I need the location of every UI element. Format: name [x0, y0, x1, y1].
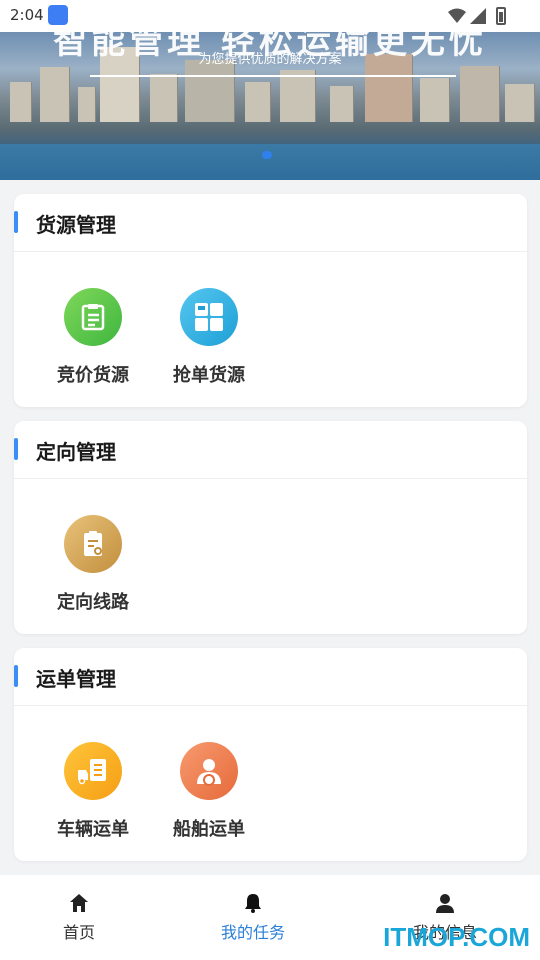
truck-document-icon [64, 742, 122, 800]
section-route-management: 定向管理 定向线路 [14, 421, 527, 634]
banner-divider [90, 75, 456, 77]
status-time: 2:04 [10, 6, 44, 24]
carousel-dot-active[interactable] [262, 151, 272, 159]
menu-item-label: 定向线路 [57, 592, 129, 613]
section-cargo-management: 货源管理 竞价货源 抢单货源 [14, 194, 527, 407]
menu-item-label: 抢单货源 [173, 365, 245, 386]
menu-item-vehicle-waybill[interactable]: 车辆运单 [38, 742, 148, 841]
banner-subtitle: 为您提供优质的解决方案 [198, 52, 342, 67]
banner-carousel[interactable]: 智能管理 轻松运输更无忧 为您提供优质的解决方案 [0, 32, 540, 180]
section-accent-bar [14, 665, 18, 687]
bell-icon [245, 894, 261, 913]
app-notification-icon [48, 5, 68, 25]
section-title: 定向管理 [36, 440, 116, 464]
status-bar: 2:04 [0, 0, 540, 32]
clipboard-list-icon [64, 288, 122, 346]
menu-item-label: 竞价货源 [57, 365, 129, 386]
menu-item-label: 车辆运单 [57, 819, 129, 840]
section-accent-bar [14, 438, 18, 460]
driver-person-icon [180, 742, 238, 800]
tab-my-tasks[interactable]: 我的任务 [193, 893, 313, 943]
section-title: 货源管理 [36, 213, 116, 237]
menu-item-grab-cargo[interactable]: 抢单货源 [154, 288, 264, 387]
section-header: 运单管理 [14, 648, 527, 706]
watermark-logo: ITMOP.COM [383, 922, 530, 952]
tab-my-tasks-label: 我的任务 [220, 923, 285, 942]
section-waybill-management: 运单管理 车辆运单 船舶运单 [14, 648, 527, 861]
status-icons [448, 7, 506, 25]
user-icon [436, 894, 454, 913]
tab-home[interactable]: 首页 [19, 893, 139, 943]
menu-item-bidding-cargo[interactable]: 竞价货源 [38, 288, 148, 387]
tab-home-label: 首页 [62, 923, 95, 942]
wifi-icon [448, 8, 466, 23]
section-header: 货源管理 [14, 194, 527, 252]
menu-item-label: 船舶运单 [173, 819, 245, 840]
battery-icon [496, 7, 506, 25]
menu-item-ship-waybill[interactable]: 船舶运单 [154, 742, 264, 841]
menu-item-directed-route[interactable]: 定向线路 [38, 515, 148, 614]
banner-water [0, 144, 540, 180]
section-header: 定向管理 [14, 421, 527, 479]
signal-icon [470, 8, 486, 24]
carousel-indicator [262, 151, 272, 159]
home-icon [70, 894, 88, 912]
bus-grid-icon [180, 288, 238, 346]
route-document-icon [64, 515, 122, 573]
section-title: 运单管理 [36, 667, 116, 691]
section-accent-bar [14, 211, 18, 233]
